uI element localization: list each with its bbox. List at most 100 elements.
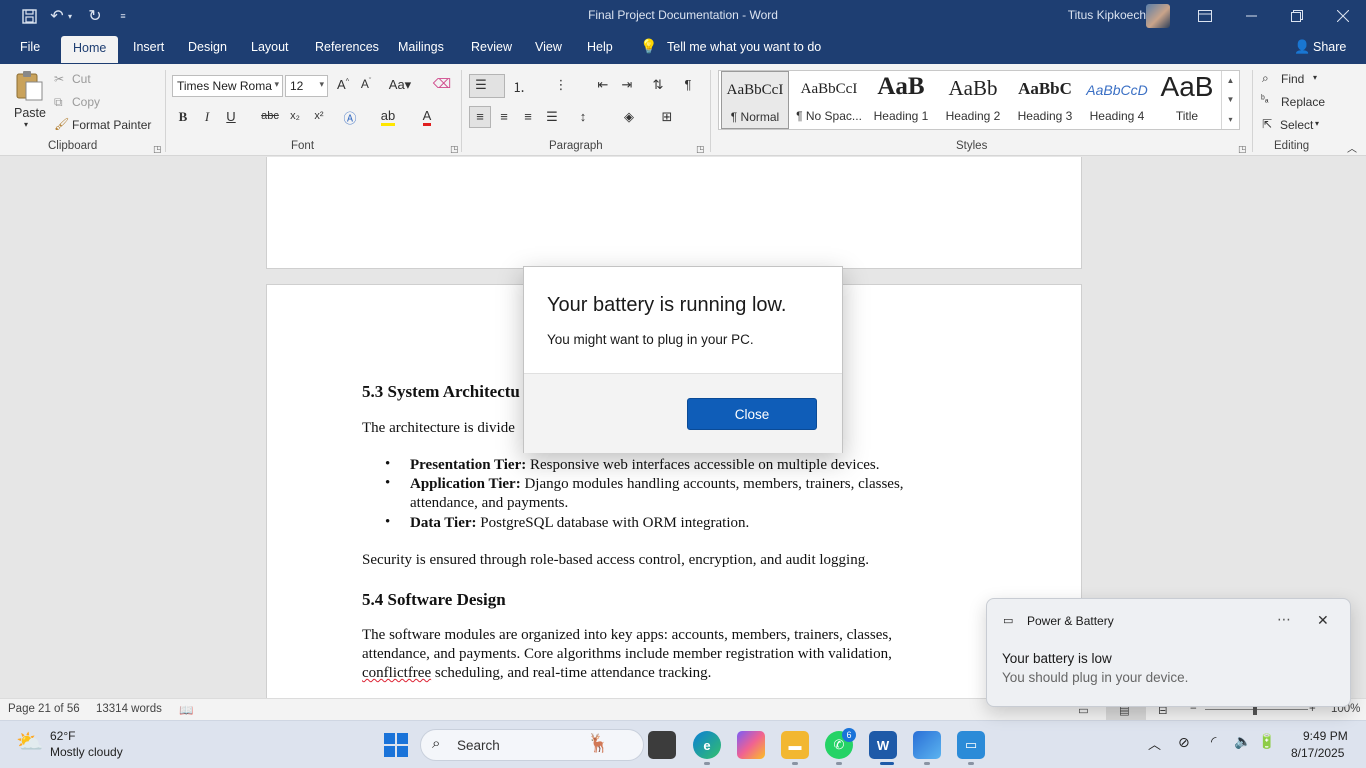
style-heading-3[interactable]: AaBbC Heading 3 <box>1009 71 1081 129</box>
undo-dropdown-icon[interactable]: ▾ <box>66 5 74 27</box>
proofing-icon[interactable]: 📖 <box>179 703 193 717</box>
close-button[interactable]: Close <box>687 398 817 430</box>
word-icon[interactable]: W <box>869 731 897 759</box>
copy-button[interactable]: Copy <box>72 95 100 109</box>
ribbon-display-options-icon[interactable] <box>1182 0 1228 32</box>
paste-icon[interactable] <box>14 70 44 102</box>
grow-font-icon[interactable]: A^ <box>333 77 353 92</box>
clear-formatting-icon[interactable]: ⌫ <box>432 76 452 92</box>
tab-layout[interactable]: Layout <box>251 40 289 54</box>
volume-icon[interactable]: 🔈 <box>1234 733 1251 750</box>
misspelled-word[interactable]: conflictfree <box>362 665 431 681</box>
strikethrough-icon[interactable]: abc <box>260 110 280 122</box>
font-launcher-icon[interactable]: ◳ <box>450 144 459 155</box>
start-button[interactable] <box>382 731 410 759</box>
battery-icon[interactable]: 🔋 <box>1258 733 1275 750</box>
highlight-icon[interactable]: ab <box>378 108 398 126</box>
italic-icon[interactable]: I <box>197 109 217 125</box>
style-no-spacing[interactable]: AaBbCcI ¶ No Spac... <box>793 71 865 129</box>
tab-review[interactable]: Review <box>471 40 512 54</box>
font-family-select[interactable]: Times New Roma ▾ <box>172 75 283 97</box>
style-heading-4[interactable]: AaBbCcD Heading 4 <box>1081 71 1153 129</box>
avatar[interactable] <box>1146 4 1170 28</box>
find-button[interactable]: Find <box>1281 72 1304 86</box>
styles-gallery-scroll[interactable]: ▲ ▼ ▾ <box>1221 71 1239 129</box>
show-formatting-icon[interactable]: ¶ <box>678 77 698 92</box>
multilevel-list-icon[interactable]: ⋮ <box>551 77 571 93</box>
page-count[interactable]: Page 21 of 56 <box>8 703 80 715</box>
gallery-more-icon[interactable]: ▾ <box>1228 115 1232 124</box>
style-heading-1[interactable]: AaB Heading 1 <box>865 71 937 129</box>
cut-button[interactable]: Cut <box>72 72 91 86</box>
increase-indent-icon[interactable]: ⇥ <box>617 77 637 93</box>
tab-view[interactable]: View <box>535 40 562 54</box>
decrease-indent-icon[interactable]: ⇤ <box>593 77 613 93</box>
text-effects-icon[interactable]: Ⓐ <box>340 108 360 127</box>
app-window-icon[interactable]: ▭ <box>957 731 985 759</box>
copilot-icon[interactable] <box>737 731 765 759</box>
tab-home[interactable]: Home <box>61 36 119 63</box>
font-color-icon[interactable]: A <box>417 108 437 126</box>
numbering-icon[interactable]: ⒈ <box>509 77 529 96</box>
font-size-select[interactable]: 12 ▾ <box>285 75 328 97</box>
word-count[interactable]: 13314 words <box>96 703 162 715</box>
wifi-icon[interactable]: ◜ <box>1211 733 1216 750</box>
chevron-down-icon[interactable]: ▾ <box>1313 73 1317 82</box>
chevron-up-icon[interactable]: ▲ <box>1227 76 1235 85</box>
tab-references[interactable]: References <box>315 40 379 54</box>
cloudy-weather-icon[interactable]: ⛅ <box>16 729 43 755</box>
shading-icon[interactable]: ◈ <box>619 109 639 125</box>
weather-temperature[interactable]: 62°F <box>50 729 75 743</box>
redo-icon[interactable]: ↻ <box>84 5 106 27</box>
weather-description[interactable]: Mostly cloudy <box>50 745 123 759</box>
chevron-down-icon[interactable]: ▾ <box>1315 119 1319 128</box>
tab-file[interactable]: File <box>20 40 40 54</box>
justify-icon[interactable]: ☰ <box>542 109 562 125</box>
style-normal[interactable]: AaBbCcI ¶ Normal <box>721 71 789 129</box>
subscript-icon[interactable]: x₂ <box>285 110 305 122</box>
style-heading-2[interactable]: AaBb Heading 2 <box>937 71 1009 129</box>
align-right-icon[interactable]: ≡ <box>518 109 538 124</box>
restore-button[interactable] <box>1274 0 1320 32</box>
user-name[interactable]: Titus Kipkoech <box>1068 8 1146 22</box>
align-center-icon[interactable]: ≡ <box>494 109 514 124</box>
edge-browser-icon[interactable]: e <box>693 731 721 759</box>
bold-icon[interactable]: B <box>173 109 193 125</box>
tab-mailings[interactable]: Mailings <box>398 40 444 54</box>
format-painter-button[interactable]: Format Painter <box>72 118 151 132</box>
share-button[interactable]: Share <box>1313 40 1346 54</box>
tab-help[interactable]: Help <box>587 40 613 54</box>
styles-launcher-icon[interactable]: ◳ <box>1238 144 1247 155</box>
superscript-icon[interactable]: x² <box>309 110 329 122</box>
paste-button[interactable]: Paste <box>14 106 46 120</box>
paste-dropdown-icon[interactable]: ▾ <box>24 120 28 129</box>
clock-time[interactable]: 9:49 PM <box>1303 729 1348 743</box>
style-title[interactable]: AaB Title <box>1153 71 1221 129</box>
tab-design[interactable]: Design <box>188 40 227 54</box>
borders-icon[interactable]: ⊞ <box>657 109 677 125</box>
paragraph-launcher-icon[interactable]: ◳ <box>696 144 705 155</box>
minimize-button[interactable] <box>1228 0 1274 32</box>
more-options-icon[interactable]: ⋯ <box>1277 611 1291 628</box>
customize-toolbar-icon[interactable]: ≡ <box>112 5 134 27</box>
clipboard-launcher-icon[interactable]: ◳ <box>153 144 162 155</box>
tell-me-search[interactable]: Tell me what you want to do <box>667 40 821 54</box>
select-button[interactable]: Select <box>1280 118 1313 132</box>
close-window-button[interactable] <box>1320 0 1366 32</box>
replace-button[interactable]: Replace <box>1281 95 1325 109</box>
undo-icon[interactable]: ↶ <box>46 5 68 27</box>
chevron-down-icon[interactable]: ▼ <box>1227 95 1235 104</box>
task-view-icon[interactable] <box>648 731 676 759</box>
line-spacing-icon[interactable]: ↕ <box>573 109 593 124</box>
sync-off-icon[interactable]: ⊘ <box>1178 734 1190 751</box>
clock-date[interactable]: 8/17/2025 <box>1291 746 1344 760</box>
collapse-ribbon-icon[interactable]: ︿ <box>1347 140 1357 155</box>
underline-icon[interactable]: U <box>221 109 241 124</box>
tab-insert[interactable]: Insert <box>133 40 164 54</box>
shrink-font-icon[interactable]: Aˇ <box>356 77 376 91</box>
taskbar-search[interactable]: ⌕ Search 🦌 <box>420 729 644 761</box>
snipping-tool-icon[interactable] <box>913 731 941 759</box>
battery-toast-notification[interactable]: ▭ Power & Battery ⋯ ✕ Your battery is lo… <box>986 598 1351 707</box>
file-explorer-icon[interactable]: ▬ <box>781 731 809 759</box>
save-icon[interactable] <box>18 5 40 27</box>
